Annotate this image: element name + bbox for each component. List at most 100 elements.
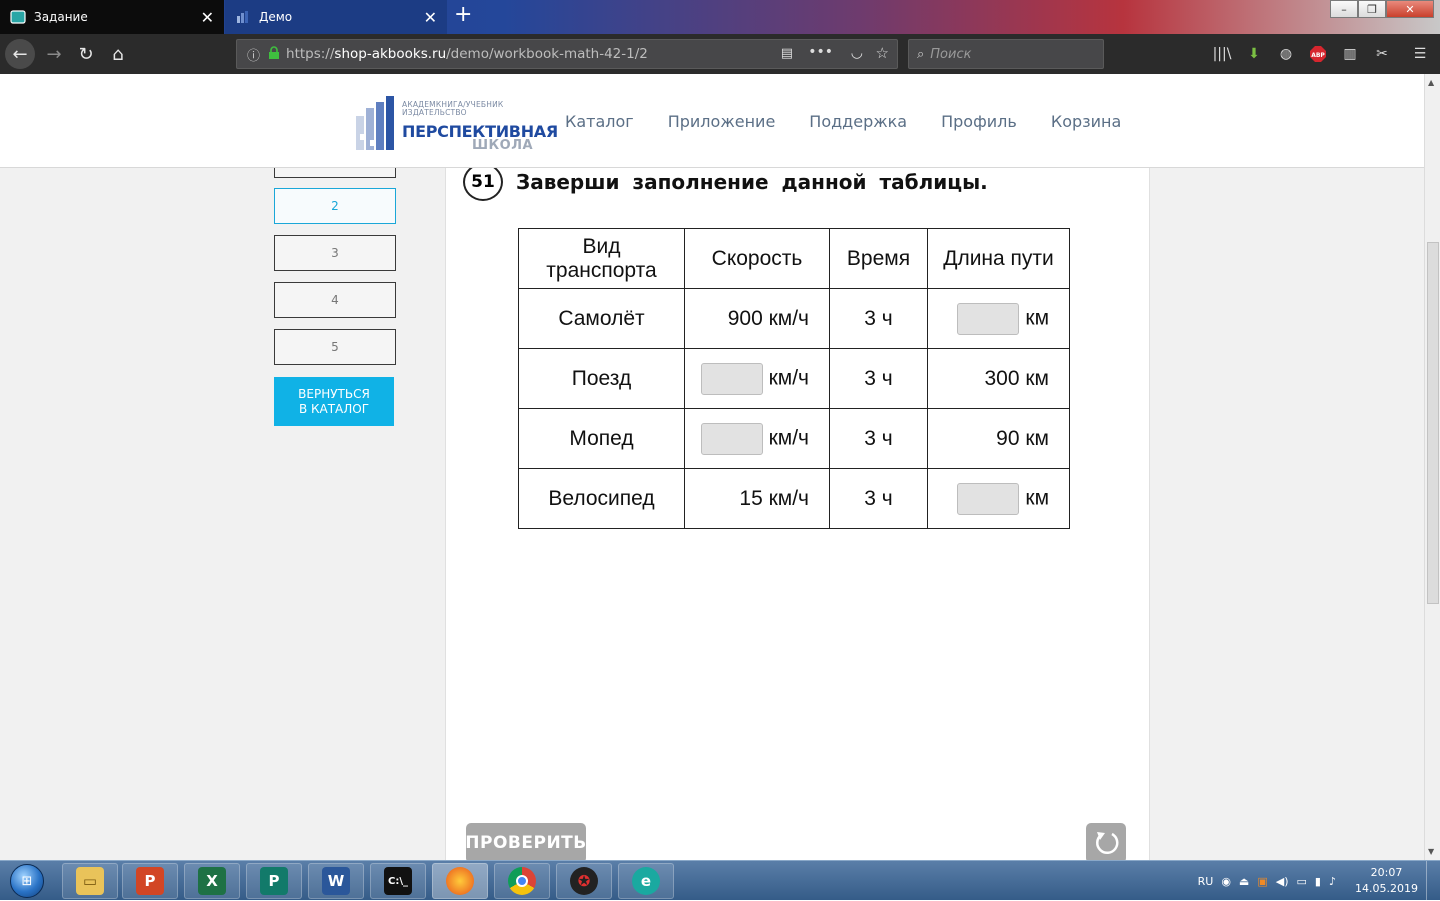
extension-icon[interactable]: ✂ (1372, 44, 1392, 64)
close-icon[interactable]: ✕ (424, 8, 437, 27)
site-logo[interactable]: АКАДЕМКНИГА/УЧЕБНИК ИЗДАТЕЛЬСТВО ПЕРСПЕК… (354, 94, 558, 154)
svg-text:ABP: ABP (1311, 52, 1325, 59)
menu-icon[interactable]: ☰ (1410, 44, 1430, 64)
bookmark-star-icon[interactable]: ☆ (876, 44, 889, 62)
header-time: Время (829, 228, 928, 289)
page-button-5[interactable]: 5 (274, 329, 396, 365)
info-icon[interactable]: ⓘ (247, 45, 260, 64)
show-desktop-button[interactable] (1426, 861, 1440, 901)
tray-eset-icon[interactable]: ◉ (1221, 875, 1231, 888)
table-row: Поезд км/ч 3 ч 300 км (518, 348, 1070, 409)
back-to-catalog-button[interactable]: ВЕРНУТЬСЯ В КАТАЛОГ (274, 377, 394, 426)
excel-app[interactable]: X (184, 863, 240, 899)
restore-icon[interactable]: ❐ (1358, 0, 1386, 18)
back-arrow-icon[interactable]: ← (5, 39, 35, 69)
page-button-2[interactable]: 2 (274, 188, 396, 224)
header-distance: Длина пути (927, 228, 1070, 289)
page-button-3[interactable]: 3 (274, 235, 396, 271)
windows-taskbar: ⊞ ▭ P X P W C:\_ ✪ e RU ◉ ⏏ ▣ ◀) ▭ ▮ ♪ 2… (0, 860, 1440, 901)
antivirus-app[interactable]: ✪ (556, 863, 612, 899)
firefox-icon (446, 867, 474, 895)
language-indicator[interactable]: RU (1198, 875, 1214, 888)
speed-cell: 900 км/ч (684, 288, 830, 349)
window-controls: – ❐ ✕ (1330, 0, 1434, 18)
cmd-app[interactable]: C:\_ (370, 863, 426, 899)
eset-icon: e (632, 867, 660, 895)
tray-volume-icon[interactable]: ♪ (1329, 875, 1336, 888)
address-bar[interactable]: ⓘ https://shop-akbooks.ru/demo/workbook-… (236, 39, 898, 69)
more-icon[interactable]: ••• (808, 44, 833, 60)
tray-network-icon[interactable]: ▮ (1315, 875, 1321, 888)
window-close-icon[interactable]: ✕ (1386, 0, 1434, 18)
nav-item-catalog[interactable]: Каталог (565, 112, 634, 131)
library-icon[interactable]: |||\ (1212, 44, 1232, 64)
shield-icon: ✪ (570, 867, 598, 895)
speed-cell: км/ч (684, 348, 830, 409)
scroll-up-icon[interactable]: ▲ (1428, 78, 1434, 87)
download-icon[interactable]: ⬇ (1244, 44, 1264, 64)
tab-label: Демо (259, 10, 293, 24)
page-scrollbar[interactable]: ▲ ▼ (1424, 74, 1440, 860)
nav-item-app[interactable]: Приложение (668, 112, 776, 131)
url-text: https://shop-akbooks.ru/demo/workbook-ma… (286, 46, 648, 62)
speed-cell: км/ч (684, 408, 830, 469)
answer-input[interactable] (957, 482, 1020, 515)
reset-button[interactable] (1086, 823, 1126, 860)
answer-input[interactable] (957, 302, 1020, 335)
app-icon (10, 9, 26, 25)
terminal-icon: C:\_ (384, 867, 412, 895)
vehicle-cell: Мопед (518, 408, 685, 469)
publisher-icon: P (260, 867, 288, 895)
firefox-app[interactable] (432, 863, 488, 899)
tab-zadanie[interactable]: Задание ✕ (0, 0, 224, 34)
check-button[interactable]: ПРОВЕРИТЬ (465, 823, 586, 860)
globe-icon[interactable]: ◍ (1276, 44, 1296, 64)
pocket-icon[interactable]: ◡ (851, 45, 863, 61)
tray-usb-icon[interactable]: ⏏ (1239, 875, 1249, 888)
nav-item-profile[interactable]: Профиль (941, 112, 1017, 131)
table-row: Велосипед 15 км/ч 3 ч км (518, 468, 1070, 529)
new-tab-icon[interactable]: + (454, 4, 472, 26)
powerpoint-app[interactable]: P (122, 863, 178, 899)
browser-toolbar: ← → ↻ ⌂ ⓘ https://shop-akbooks.ru/demo/w… (0, 34, 1440, 74)
explorer-app[interactable]: ▭ (62, 863, 118, 899)
site-nav: Каталог Приложение Поддержка Профиль Кор… (565, 112, 1155, 131)
sidebar-toggle-icon[interactable]: ▥ (1340, 44, 1360, 64)
folder-icon: ▭ (76, 867, 104, 895)
tray-display-icon[interactable]: ▭ (1297, 875, 1307, 888)
scroll-thumb[interactable] (1427, 242, 1439, 604)
table-header-row: Вид транспорта Скорость Время Длина пути (518, 228, 1070, 289)
nav-item-support[interactable]: Поддержка (809, 112, 907, 131)
reload-icon[interactable]: ↻ (72, 40, 100, 68)
tab-label: Задание (34, 10, 88, 24)
adblock-icon[interactable]: ABP (1308, 44, 1328, 64)
tray-sound-icon[interactable]: ◀) (1276, 875, 1289, 888)
minimize-icon[interactable]: – (1330, 0, 1358, 18)
tray-update-icon[interactable]: ▣ (1257, 875, 1267, 888)
search-input[interactable]: ⌕ Поиск (908, 39, 1104, 69)
word-app[interactable]: W (308, 863, 364, 899)
clock[interactable]: 20:07 14.05.2019 (1355, 865, 1418, 897)
forward-arrow-icon[interactable]: → (40, 40, 68, 68)
chrome-icon (508, 867, 536, 895)
tab-demo[interactable]: Демо ✕ (225, 0, 447, 34)
browser-tab-bar: Задание ✕ Демо ✕ + – ❐ ✕ (0, 0, 1440, 34)
time-cell: 3 ч (829, 348, 928, 409)
home-icon[interactable]: ⌂ (104, 40, 132, 68)
answer-input[interactable] (700, 422, 763, 455)
answer-input[interactable] (700, 362, 763, 395)
start-button[interactable]: ⊞ (6, 861, 48, 901)
eset-app[interactable]: e (618, 863, 674, 899)
close-icon[interactable]: ✕ (201, 8, 214, 27)
undo-icon (1096, 832, 1119, 855)
reader-view-icon[interactable]: ▤ (781, 46, 793, 61)
workbook-content: 51 Заверши заполнение данной таблицы. Ви… (445, 163, 1150, 860)
page-button-4[interactable]: 4 (274, 282, 396, 318)
speed-cell: 15 км/ч (684, 468, 830, 529)
scroll-down-icon[interactable]: ▼ (1428, 847, 1434, 856)
publisher-app[interactable]: P (246, 863, 302, 899)
chrome-app[interactable] (494, 863, 550, 899)
transport-table: Вид транспорта Скорость Время Длина пути … (518, 228, 1070, 529)
word-icon: W (322, 867, 350, 895)
nav-item-cart[interactable]: Корзина (1051, 112, 1121, 131)
